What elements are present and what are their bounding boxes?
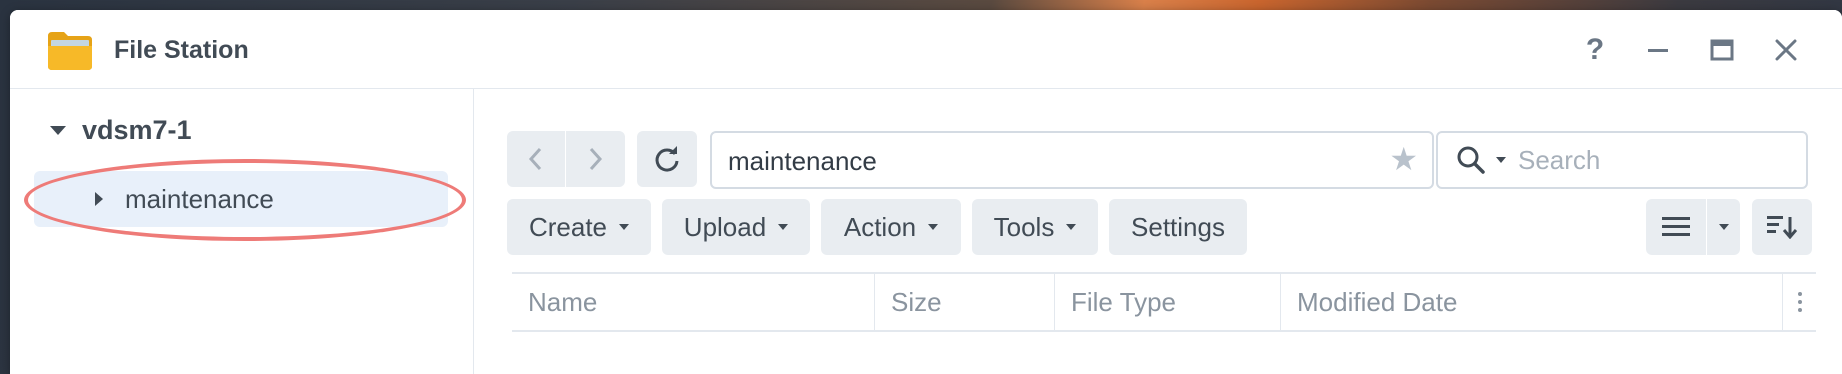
window-title: File Station [114,36,249,64]
sort-button[interactable] [1752,199,1812,255]
file-station-window: File Station ? vdsm7-1 maintenance maint… [10,10,1842,374]
tree-root-vdsm7-1[interactable]: vdsm7-1 [50,115,192,146]
tools-button-label: Tools [993,211,1055,242]
path-bar[interactable]: maintenance ★ [710,131,1434,189]
chevron-right-icon [589,147,603,171]
list-view-icon [1662,217,1690,236]
upload-button[interactable]: Upload [662,199,810,255]
sort-descending-icon [1767,216,1797,239]
column-header-file-type[interactable]: File Type [1054,274,1280,330]
search-icon[interactable] [1456,145,1486,175]
chevron-down-icon [778,224,789,230]
close-button[interactable] [1766,32,1806,68]
column-header-name[interactable]: Name [512,274,874,330]
upload-button-label: Upload [683,211,767,242]
search-options-caret-icon[interactable] [1496,157,1506,163]
path-value: maintenance [728,146,877,176]
search-input[interactable] [1516,143,1790,177]
action-button-label: Action [843,211,917,242]
settings-button[interactable]: Settings [1109,199,1247,255]
sidebar-item-label: maintenance [125,183,274,214]
tree-root-label: vdsm7-1 [82,115,192,145]
minimize-button[interactable] [1638,32,1678,68]
help-button[interactable]: ? [1575,32,1615,68]
tools-button[interactable]: Tools [972,199,1098,255]
main-pane: maintenance ★ Create Upload Action Tools [474,89,1842,374]
create-button-label: Create [528,211,608,242]
search-box[interactable] [1436,131,1808,189]
chevron-down-icon [619,224,630,230]
column-options-icon[interactable] [1782,274,1817,330]
star-icon[interactable]: ★ [1389,143,1418,175]
view-options-dropdown[interactable] [1706,199,1740,255]
folder-tree-sidebar: vdsm7-1 maintenance [10,89,474,374]
history-nav-group [507,131,625,187]
title-bar[interactable]: File Station ? [10,10,1842,89]
close-icon [1775,39,1797,61]
chevron-left-icon [528,147,542,171]
sidebar-item-maintenance[interactable]: maintenance [34,171,448,227]
view-mode-group [1646,199,1740,255]
maximize-icon [1710,39,1734,61]
column-header-modified-date[interactable]: Modified Date [1280,274,1782,330]
column-header-size[interactable]: Size [874,274,1054,330]
maximize-button[interactable] [1702,32,1742,68]
refresh-icon [655,146,679,172]
refresh-button[interactable] [637,131,697,187]
folder-icon [48,32,92,70]
chevron-down-icon [1066,224,1077,230]
settings-button-label: Settings [1131,211,1225,242]
caret-down-icon[interactable] [50,126,66,135]
back-button[interactable] [507,131,565,187]
create-button[interactable]: Create [507,199,651,255]
file-table-header: Name Size File Type Modified Date [512,272,1816,332]
list-view-button[interactable] [1646,199,1706,255]
caret-right-icon[interactable] [95,192,103,206]
chevron-down-icon [928,224,939,230]
action-button[interactable]: Action [821,199,961,255]
forward-button[interactable] [565,131,624,187]
minimize-icon [1648,49,1668,52]
chevron-down-icon [1718,224,1729,230]
